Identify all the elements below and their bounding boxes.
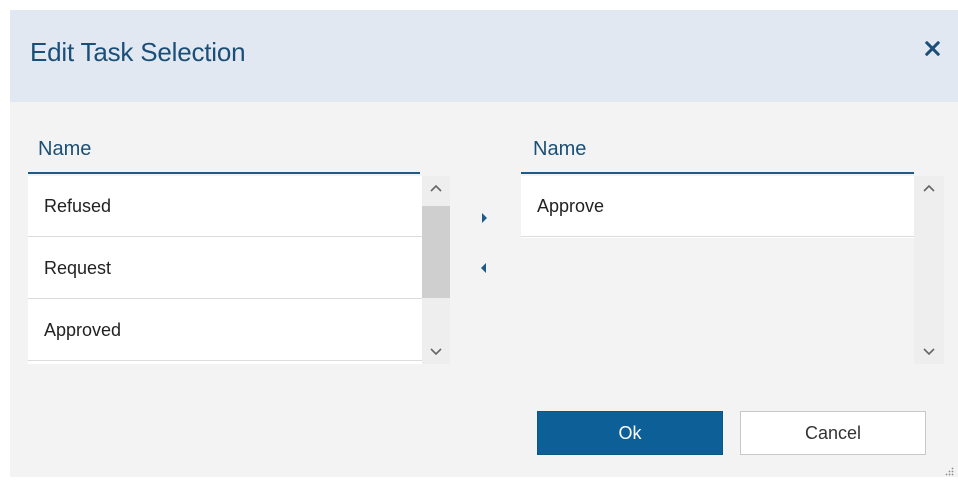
scroll-up-icon[interactable] (422, 179, 450, 197)
edit-task-selection-dialog: Edit Task Selection Name Refused Request… (10, 10, 958, 477)
selected-column-header[interactable]: Name (533, 138, 586, 161)
selected-header-underline (521, 172, 914, 174)
ok-button[interactable]: Ok (537, 411, 723, 455)
scroll-down-icon[interactable] (422, 343, 450, 361)
available-list-item[interactable]: Request (28, 238, 422, 299)
selected-list-item[interactable]: Approve (521, 176, 914, 237)
dialog-title: Edit Task Selection (30, 37, 246, 67)
dialog-header: Edit Task Selection (10, 10, 958, 102)
close-icon[interactable] (922, 38, 942, 58)
available-column-header[interactable]: Name (38, 138, 91, 161)
scroll-up-icon[interactable] (914, 179, 944, 197)
available-list-item[interactable]: Refused (28, 176, 422, 237)
available-scrollbar-thumb[interactable] (422, 206, 450, 298)
available-header-underline (28, 172, 420, 174)
triangle-left-icon[interactable] (476, 260, 492, 276)
available-scrollbar[interactable] (422, 176, 450, 364)
triangle-right-icon[interactable] (476, 210, 492, 226)
scroll-down-icon[interactable] (914, 343, 944, 361)
cancel-button[interactable]: Cancel (740, 411, 926, 455)
selected-scrollbar[interactable] (914, 176, 944, 364)
available-list: Refused Request Approved (28, 176, 422, 364)
selected-list: Approve (521, 176, 914, 238)
available-list-item[interactable]: Approved (28, 300, 422, 361)
resize-grip-icon[interactable] (944, 464, 954, 476)
